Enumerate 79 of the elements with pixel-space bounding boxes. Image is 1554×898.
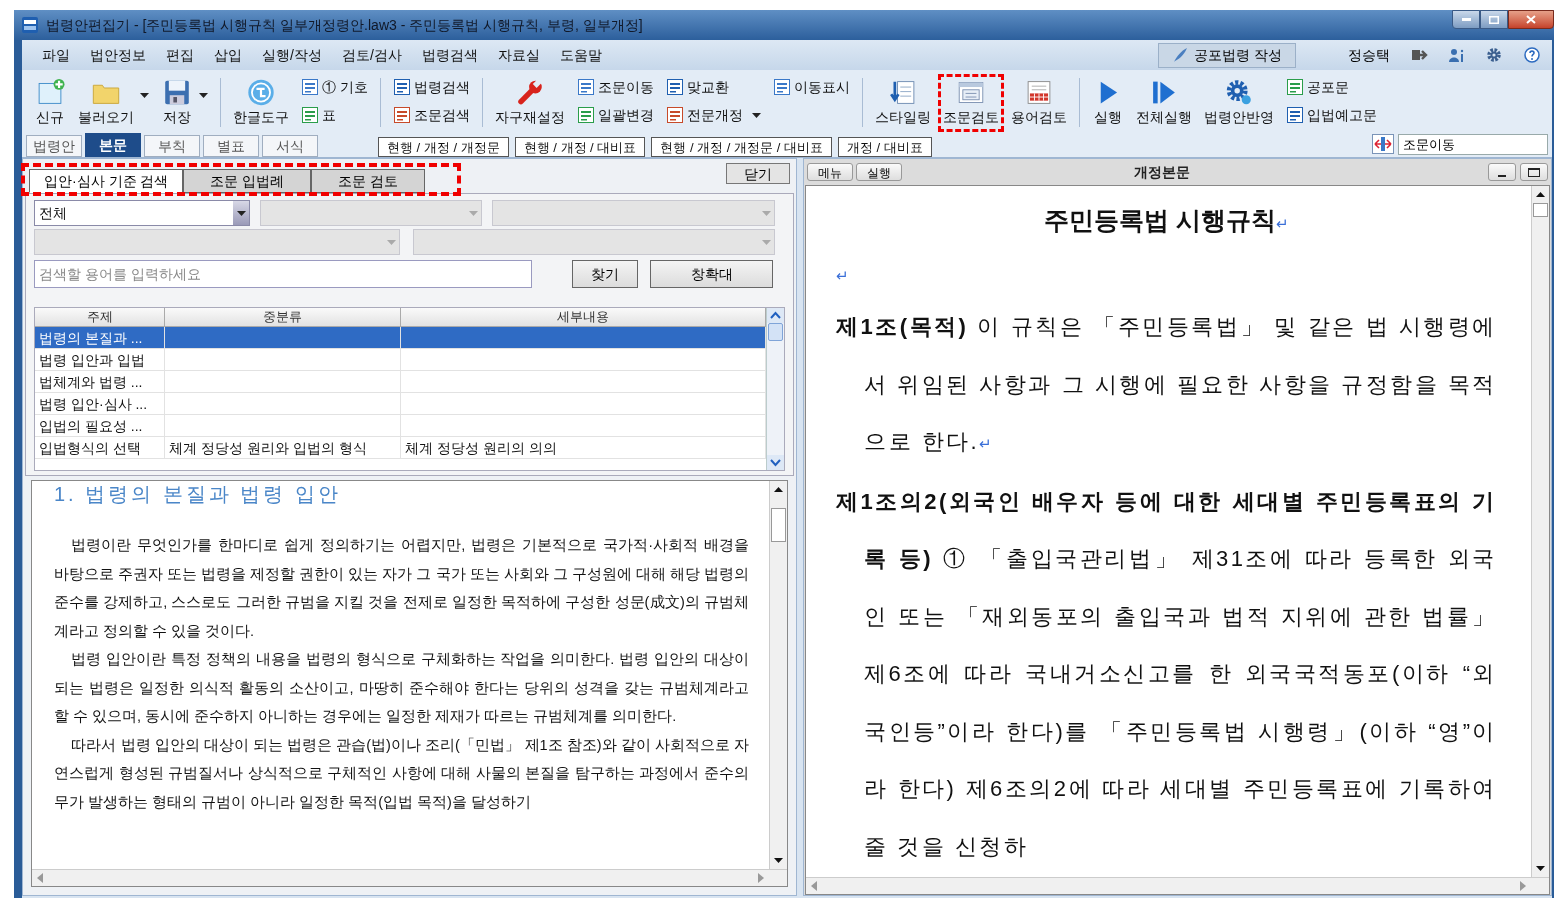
table-cell: 법령의 본질과 ... (39, 330, 143, 346)
panel-tab[interactable]: 조문 입법례 (183, 169, 312, 193)
column-header[interactable]: 중분류 (165, 308, 401, 326)
menu-item[interactable]: 도움말 (549, 42, 612, 68)
paragraph: 따라서 법령 입안의 대상이 되는 법령은 관습(법)이나 조리(「민법」 제1조 참조)와 같이 사회적으로 자연스럽게 형성된 규범질서나 상식적으로 구체적인 사항에 대해 사물의 본질을 탐구하는 과정에서 준수의무가 발생하는 형태의 규범이 아니라 일정한 목적(입법 목적)을 달성하기 (54, 735, 749, 812)
paragraph: 법령 입안이란 특정 정책의 내용을 법령의 형식으로 구체화하는 작업을 의미한다. 법령 입안의 대상이 되는 법령은 일정한 의식적 활동의 소산이고, 마땅히 준수해야 한다는 당위의 성격을 갖는 규범체계라고 할 수 있으며, 동시에 준수하지 아니하는 경우에는 일정한 제재가 따르는 규범체계를 의미한다. (54, 650, 749, 726)
action-button[interactable]: 찾기 (572, 260, 638, 288)
panel-title: 개정본문 (1134, 162, 1190, 182)
publish-law-button[interactable]: 공포법령 작성 (1158, 42, 1296, 68)
menu-item[interactable]: 파일 (32, 42, 80, 68)
toolbar-button[interactable]: 입법예고문 (1285, 104, 1377, 126)
toolbar-button[interactable]: 불러오기 (73, 73, 154, 132)
action-button[interactable]: 창확대 (650, 260, 773, 288)
panel-button[interactable]: 메뉴 (807, 163, 853, 181)
window-title: 법령안편집기 - [주민등록법 시행규칙 일부개정령안.law3 - 주민등록법 시행규칙, 부령, 일부개정] (46, 15, 643, 35)
toolbar-button[interactable]: 전문개정 (665, 104, 761, 126)
toolbar-button[interactable]: 조문검색 (392, 104, 470, 126)
table-row[interactable]: 법체계와 법령 ... (35, 371, 766, 393)
dropdown-field[interactable]: 전체 (34, 200, 250, 226)
close-panel-button[interactable]: 닫기 (726, 163, 790, 184)
toolbar-button[interactable]: 스타일링 (869, 73, 936, 132)
menu-item[interactable]: 편집 (156, 42, 204, 68)
toolbar-button[interactable]: 실행 (1086, 73, 1129, 132)
table-row[interactable]: 법령 입안과 입법 (35, 349, 766, 371)
toolbar-button[interactable]: 일괄변경 (576, 104, 654, 126)
article-text: 제1조(목적) 이 규칙은 「주민등록법」 및 같은 법 시행령에서 위임된 사항과 그 시행에 필요한 사항을 규정함을 목적으로 한다.↵ (836, 313, 1497, 456)
document-title: 주민등록법 시행규칙 (1044, 206, 1276, 234)
table-row[interactable]: 법령의 본질과 ... (35, 327, 766, 349)
toolbar-button[interactable]: 용어검토 (1005, 73, 1072, 132)
panel-tab[interactable]: 입안·심사 기준 검색 (29, 169, 184, 193)
toolbar-button[interactable]: 공포문 (1285, 76, 1349, 98)
menu-item[interactable]: 검토/검사 (331, 42, 412, 68)
toolbar-button[interactable]: ① 기호 (301, 76, 368, 98)
panel-button[interactable]: 실행 (856, 163, 902, 181)
toolbar-button[interactable]: 전체실행 (1130, 73, 1197, 132)
menu-item[interactable]: 법안정보 (80, 42, 156, 68)
toolbar-button[interactable]: 표 (301, 104, 336, 126)
toolbar-button[interactable]: 법령검색 (392, 76, 470, 98)
toolbar-button[interactable]: 조문이동 (576, 76, 654, 98)
toolbar-button[interactable]: 신규 (29, 73, 71, 132)
view-tab[interactable]: 현행 / 개정 / 개정문 (378, 137, 509, 157)
section-tab[interactable]: 부칙 (144, 135, 200, 157)
user-name: 정승택 (1348, 45, 1390, 65)
toolbar-button[interactable]: 자구재설정 (489, 73, 570, 132)
article-jump-field[interactable]: 조문이동 (1398, 133, 1548, 155)
table-cell: 입법의 필요성 ... (39, 418, 143, 434)
table-cell: 체계 정당성 원리와 입법의 형식 (169, 440, 367, 456)
section-tab[interactable]: 서식 (262, 135, 318, 157)
menu-item[interactable]: 실행/작성 (252, 42, 332, 68)
view-tab[interactable]: 현행 / 개정 / 개정문 / 대비표 (651, 137, 832, 157)
table-cell: 법령 입안과 입법 (39, 352, 145, 368)
search-field[interactable]: 검색할 용어를 입력하세요 (34, 260, 532, 288)
paragraph-mark: ↵ (1275, 215, 1289, 232)
table-cell: 법령 입안·심사 ... (39, 396, 148, 412)
table-cell: 법체계와 법령 ... (39, 374, 143, 390)
toolbar-button[interactable]: 한글도구 (228, 73, 294, 132)
panel-tab[interactable]: 조문 검토 (311, 169, 426, 193)
table-cell: 체계 정당성 원리의 의의 (405, 440, 557, 456)
menu-item[interactable]: 삽입 (204, 42, 252, 68)
paragraph: 법령이란 무엇인가를 한마디로 쉽게 정의하기는 어렵지만, 법령은 기본적으로 국가적·사회적 배경을 바탕으로 주권자 또는 법령을 제정할 권한이 있는 자가 그 국가 또는 사회와 그 구성원에 대해 해당 법령의 준수를 강제하고, 스스로도 그러한 규범을 지킬 것을 전제로 일정한 목적하에 구성한 성문(成文)의 규범체계라고 정의할 수 있을 것이다. (54, 536, 749, 641)
section-tab[interactable]: 법령안 (26, 135, 82, 157)
menu-item[interactable]: 자료실 (487, 42, 550, 68)
menu-item[interactable]: 법령검색 (411, 42, 488, 68)
column-header[interactable]: 주제 (35, 308, 165, 326)
toolbar-button[interactable]: 이동표시 (772, 76, 850, 98)
view-tab[interactable]: 현행 / 개정 / 대비표 (514, 137, 646, 157)
toolbar-button[interactable]: 저장 (156, 73, 213, 132)
article-text: 제1조의2(외국인 배우자 등에 대한 세대별 주민등록표의 기록 등) ① 「출입국관리법」 제31조에 따라 등록한 외국인 또는 「재외동포의 출입국과 법적 지위에 관한 법률」 제6조에 따라 국내거소신고를 한 외국국적동포(이하 “외국인등”이라 한다)를 「주민등록법 시행령」(이하 “영”이라 한다) 제6조의2에 따라 세대별 주민등록표에 기록하여 줄 것을 신청하 (836, 487, 1497, 861)
view-tab[interactable]: 개정 / 대비표 (837, 137, 932, 157)
toolbar-button[interactable]: 맞교환 (665, 76, 729, 98)
section-heading: 1. 법령의 본질과 법령 입안 (54, 482, 342, 507)
section-tab[interactable]: 본문 (85, 133, 141, 157)
table-row[interactable]: 입법형식의 선택 체계 정당성 원리와 입법의 형식 체계 정당성 원리의 의의 (35, 437, 766, 459)
table-row[interactable]: 입법의 필요성 ... (35, 415, 766, 437)
paragraph-mark: ↵ (836, 267, 849, 284)
toolbar-button[interactable]: 법령안반영 (1198, 73, 1279, 132)
section-tab[interactable]: 별표 (203, 135, 259, 157)
table-cell: 입법형식의 선택 (39, 440, 141, 456)
table-row[interactable]: 법령 입안·심사 ... (35, 393, 766, 415)
